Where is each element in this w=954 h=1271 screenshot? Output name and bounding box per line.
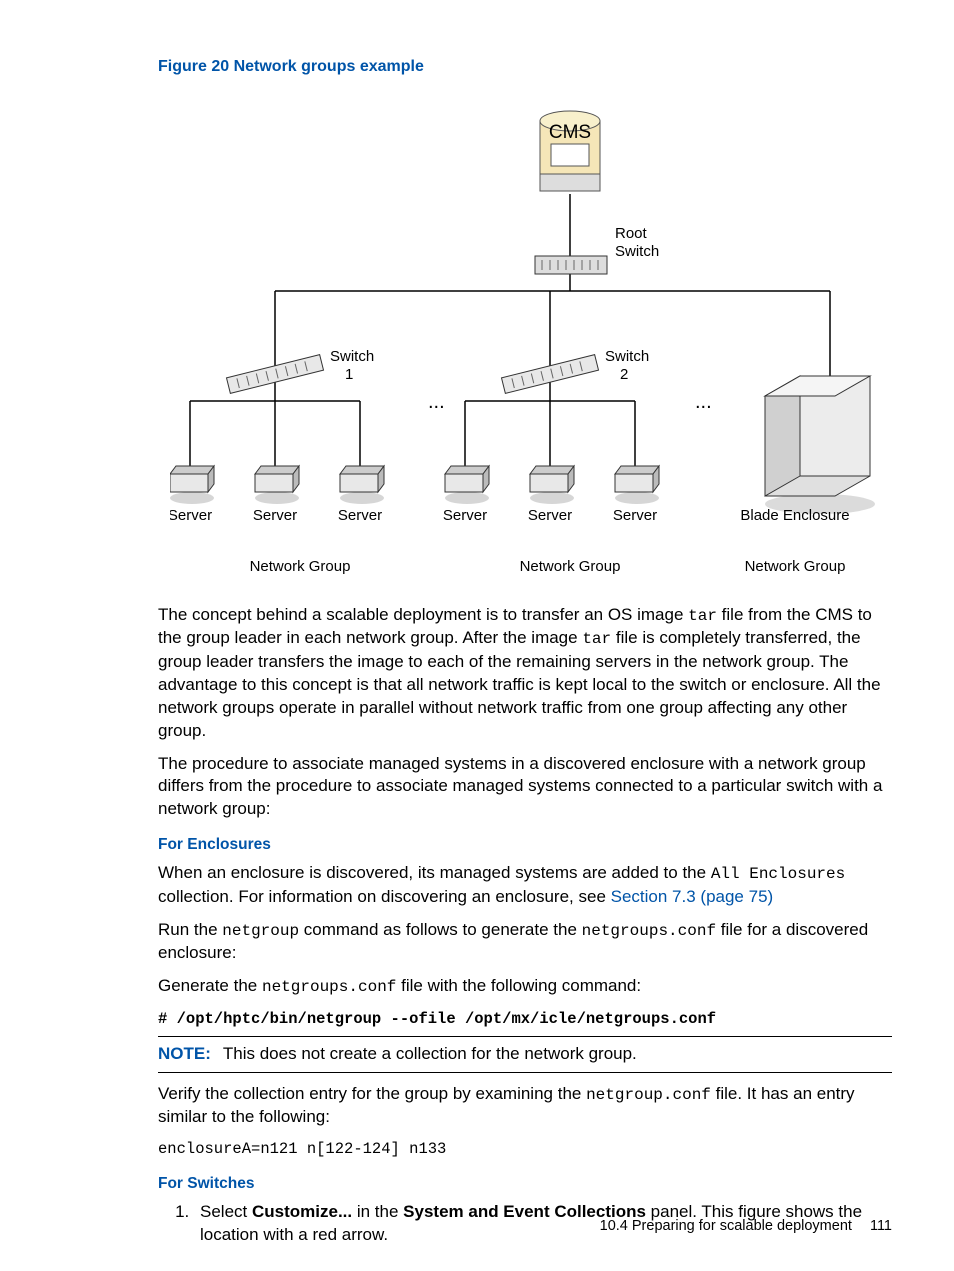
body-paragraph-2: The procedure to associate managed syste… — [158, 753, 892, 822]
server-icon — [170, 466, 214, 504]
figure-caption: Figure 20 Network groups example — [158, 56, 892, 78]
switch1-label-1: Switch — [330, 348, 374, 365]
server-icon — [445, 466, 489, 504]
blade-enclosure-icon — [765, 376, 875, 514]
network-group-label: Network Group — [745, 558, 846, 575]
footer-page-number: 111 — [870, 1218, 892, 1234]
server-icon — [530, 466, 574, 504]
command-enclosure-entry: enclosureA=n121 n[122-124] n133 — [158, 1139, 892, 1160]
code-netgroup: netgroup — [222, 922, 299, 940]
switch2-label-2: 2 — [620, 366, 628, 383]
code-all-enclosures: All Enclosures — [711, 865, 845, 883]
switch1-label-2: 1 — [345, 366, 353, 383]
command-netgroup: # /opt/hptc/bin/netgroup --ofile /opt/mx… — [158, 1009, 892, 1030]
root-switch-label-2: Switch — [615, 243, 659, 260]
network-group-label: Network Group — [250, 558, 351, 575]
network-group-label: Network Group — [520, 558, 621, 575]
code-tar: tar — [582, 630, 611, 648]
server-label: Server — [443, 507, 487, 524]
footer-section: 10.4 Preparing for scalable deployment — [600, 1218, 852, 1234]
note-label: NOTE: — [158, 1044, 211, 1063]
server-label: Server — [253, 507, 297, 524]
enclosure-paragraph-3: Generate the netgroups.conf file with th… — [158, 975, 892, 999]
code-netgroup-conf: netgroup.conf — [586, 1086, 711, 1104]
blade-label: Blade Enclosure — [740, 507, 849, 524]
code-netgroups-conf: netgroups.conf — [582, 922, 716, 940]
enclosure-paragraph-4: Verify the collection entry for the grou… — [158, 1083, 892, 1130]
page-footer: 10.4 Preparing for scalable deployment 1… — [600, 1217, 892, 1237]
server-icon — [615, 466, 659, 504]
cms-label: CMS — [549, 122, 591, 143]
body-paragraph-1: The concept behind a scalable deployment… — [158, 604, 892, 743]
link-section-7-3[interactable]: Section 7.3 (page 75) — [611, 887, 774, 906]
server-icon — [255, 466, 299, 504]
customize-menu: Customize... — [252, 1202, 352, 1221]
root-switch-label-1: Root — [615, 225, 648, 242]
server-label: Server — [613, 507, 657, 524]
section-for-switches: For Switches — [158, 1174, 892, 1195]
server-label: Server — [170, 507, 212, 524]
server-label: Server — [338, 507, 382, 524]
root-switch-icon — [535, 256, 607, 274]
server-label: Server — [528, 507, 572, 524]
enclosure-paragraph-1: When an enclosure is discovered, its man… — [158, 862, 892, 909]
ellipsis-2: ... — [695, 391, 712, 413]
note-box: NOTE: This does not create a collection f… — [158, 1036, 892, 1073]
network-groups-diagram: CMS Root Switch Switch 1 Switch 2 ... ..… — [170, 96, 880, 586]
note-text: This does not create a collection for th… — [223, 1044, 637, 1063]
enclosure-paragraph-2: Run the netgroup command as follows to g… — [158, 919, 892, 966]
ellipsis-1: ... — [428, 391, 445, 413]
switch2-label-1: Switch — [605, 348, 649, 365]
section-for-enclosures: For Enclosures — [158, 835, 892, 856]
server-icon — [340, 466, 384, 504]
code-netgroups-conf: netgroups.conf — [262, 978, 396, 996]
code-tar: tar — [688, 607, 717, 625]
